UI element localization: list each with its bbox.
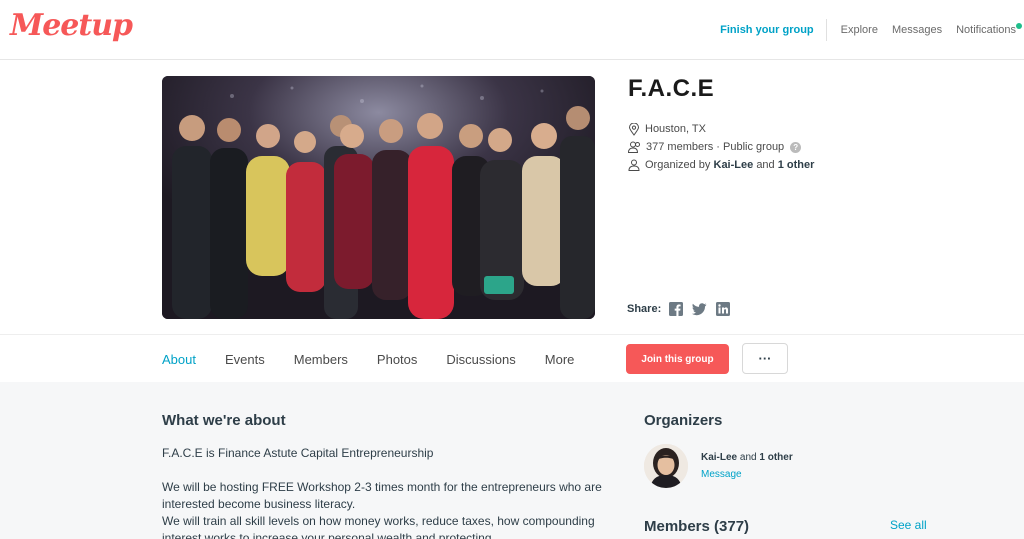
organizer-avatar[interactable] xyxy=(644,444,688,488)
tab-about[interactable]: About xyxy=(162,352,196,367)
group-location[interactable]: Houston, TX xyxy=(645,123,706,135)
join-group-button[interactable]: Join this group xyxy=(626,344,729,374)
tab-more[interactable]: More xyxy=(545,352,575,367)
location-pin-icon xyxy=(628,122,640,136)
tab-discussions[interactable]: Discussions xyxy=(446,352,515,367)
members-icon xyxy=(628,141,640,153)
more-options-button[interactable]: ··· xyxy=(742,343,788,374)
group-meta: Houston, TX 377 members · Public group ?… xyxy=(628,120,814,174)
group-name: F.A.C.E xyxy=(628,75,715,102)
message-organizer-link[interactable]: Message xyxy=(701,469,742,480)
organized-and: and xyxy=(756,159,775,171)
notifications-label: Notifications xyxy=(956,24,1016,36)
about-paragraph-2: We will be hosting FREE Workshop 2-3 tim… xyxy=(162,480,602,511)
organizer-other-link[interactable]: 1 other xyxy=(778,159,815,171)
members-heading: Members (377) xyxy=(644,518,750,535)
group-members-count[interactable]: 377 members · Public group xyxy=(646,141,784,153)
linkedin-icon[interactable] xyxy=(716,302,731,316)
about-paragraph-3: We will train all skill levels on how mo… xyxy=(162,514,595,539)
about-description: F.A.C.E is Finance Astute Capital Entrep… xyxy=(162,445,602,539)
about-heading: What we're about xyxy=(162,412,286,429)
twitter-icon[interactable] xyxy=(692,302,707,316)
facebook-icon[interactable] xyxy=(669,302,684,316)
see-all-members-link[interactable]: See all xyxy=(890,518,927,532)
organizer-name: Kai-Lee and 1 other xyxy=(701,452,793,463)
notifications-link[interactable]: Notifications xyxy=(956,23,1022,36)
messages-link[interactable]: Messages xyxy=(892,24,942,36)
explore-link[interactable]: Explore xyxy=(841,24,878,36)
finish-your-group-link[interactable]: Finish your group xyxy=(720,19,827,41)
top-nav: Finish your group Explore Messages Notif… xyxy=(720,0,1024,60)
tab-events[interactable]: Events xyxy=(225,352,265,367)
members-row: 377 members · Public group ? xyxy=(628,138,814,156)
organizer-person-icon xyxy=(628,159,640,171)
location-row: Houston, TX xyxy=(628,120,814,138)
group-photo-image xyxy=(162,76,595,319)
group-tabs: About Events Members Photos Discussions … xyxy=(162,335,603,383)
group-tab-bar: About Events Members Photos Discussions … xyxy=(0,334,1024,382)
organized-by-label: Organized by xyxy=(645,159,711,171)
organizer-and: and xyxy=(739,452,757,463)
tab-photos[interactable]: Photos xyxy=(377,352,417,367)
tab-members[interactable]: Members xyxy=(294,352,348,367)
group-cover-photo[interactable] xyxy=(162,76,595,319)
top-bar: Meetup Finish your group Explore Message… xyxy=(0,0,1024,60)
meetup-logo[interactable]: Meetup xyxy=(10,8,133,43)
organizer-other[interactable]: 1 other xyxy=(759,452,792,463)
about-paragraph-1: F.A.C.E is Finance Astute Capital Entrep… xyxy=(162,446,434,460)
organizer-link[interactable]: Kai-Lee xyxy=(701,452,737,463)
organizer-name-link[interactable]: Kai-Lee xyxy=(714,159,754,171)
help-icon[interactable]: ? xyxy=(790,141,802,153)
group-content: What we're about F.A.C.E is Finance Astu… xyxy=(0,382,1024,539)
notification-dot xyxy=(1016,23,1022,29)
organizers-heading: Organizers xyxy=(644,412,723,429)
share-label: Share: xyxy=(627,303,662,315)
organized-by-row: Organized by Kai-Lee and 1 other xyxy=(628,156,814,174)
share-row: Share: xyxy=(627,302,739,316)
